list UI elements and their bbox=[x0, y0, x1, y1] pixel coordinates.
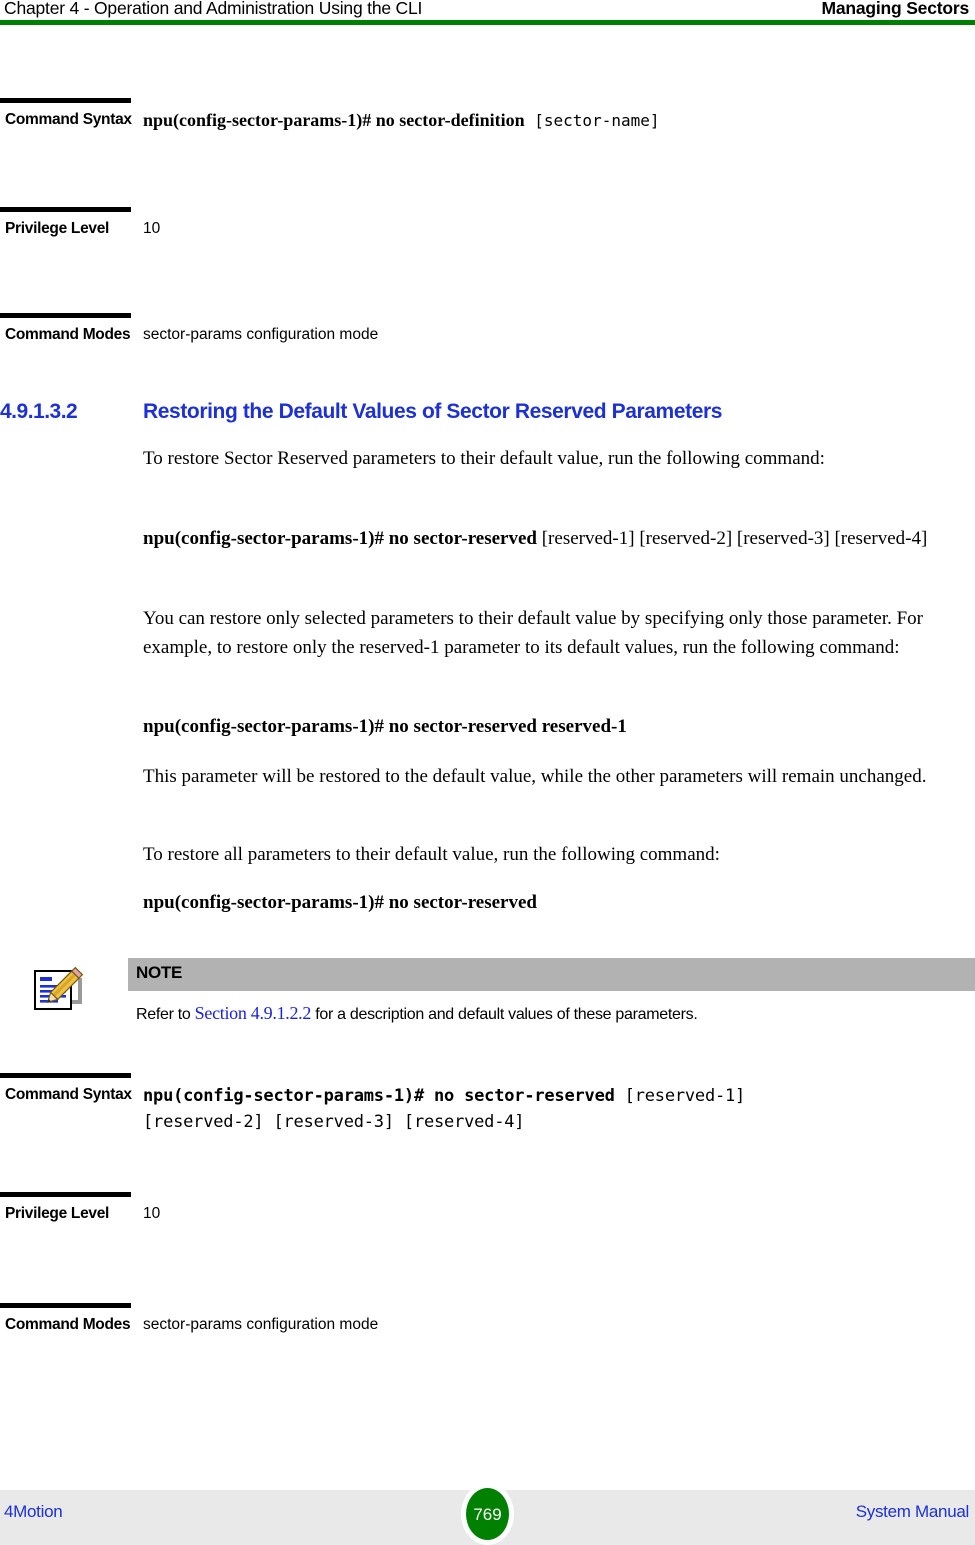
page-number: 769 bbox=[473, 1505, 502, 1524]
row-top-rule bbox=[0, 98, 131, 103]
note-text-before: Refer to bbox=[136, 1006, 195, 1023]
page-running-header: Chapter 4 - Operation and Administration… bbox=[0, 0, 975, 25]
inline-command-3: npu(config-sector-params-1)# no sector-r… bbox=[143, 892, 537, 913]
command-argument-text: [sector-name] bbox=[534, 111, 660, 130]
privilege-level-value-2: 10 bbox=[143, 1205, 161, 1222]
privilege-level-label-2: Privilege Level bbox=[5, 1205, 110, 1222]
command-syntax-value-2: npu(config-sector-params-1)# no sector-r… bbox=[143, 1083, 963, 1135]
note-body-text: Refer to Section 4.9.1.2.2 for a descrip… bbox=[136, 1002, 966, 1026]
page-footer: 4Motion 769 System Manual bbox=[0, 1483, 975, 1545]
header-green-rule bbox=[0, 20, 975, 25]
page-number-badge: 769 bbox=[461, 1483, 514, 1545]
command-argument-line-2: [reserved-2] [reserved-3] [reserved-4] bbox=[143, 1112, 525, 1132]
command-syntax-value-1: npu(config-sector-params-1)# no sector-d… bbox=[143, 108, 963, 133]
note-section-crossref-link[interactable]: Section 4.9.1.2.2 bbox=[195, 1003, 312, 1023]
section-heading: 4.9.1.3.2 Restoring the Default Values o… bbox=[0, 400, 975, 430]
note-title: NOTE bbox=[136, 963, 183, 982]
inline-command-1-args: [reserved-1] [reserved-2] [reserved-3] [… bbox=[536, 528, 928, 549]
paragraph-restored-note: This parameter will be restored to the d… bbox=[143, 766, 927, 787]
command-argument-line-1: [reserved-1] bbox=[614, 1086, 746, 1106]
section-title: Restoring the Default Values of Sector R… bbox=[143, 400, 723, 423]
header-section-title: Managing Sectors bbox=[821, 0, 969, 18]
command-modes-value-2: sector-params configuration mode bbox=[143, 1316, 379, 1333]
command-modes-value-1: sector-params configuration mode bbox=[143, 326, 379, 343]
command-syntax-label-2: Command Syntax bbox=[5, 1086, 132, 1103]
footer-manual-name[interactable]: System Manual bbox=[856, 1502, 970, 1522]
privilege-level-label-1: Privilege Level bbox=[5, 220, 110, 237]
command-text: npu(config-sector-params-1)# no sector-r… bbox=[143, 1086, 615, 1106]
inline-command-1-bold: npu(config-sector-params-1)# no sector-r… bbox=[143, 528, 537, 549]
note-header-bar: NOTE bbox=[128, 958, 975, 991]
paragraph-intro: To restore Sector Reserved parameters to… bbox=[143, 448, 825, 469]
inline-command-1: npu(config-sector-params-1)# no sector-r… bbox=[143, 524, 963, 553]
paragraph-restore-all: To restore all parameters to their defau… bbox=[143, 844, 720, 865]
command-modes-label-1: Command Modes bbox=[5, 326, 131, 343]
note-pencil-icon bbox=[30, 964, 86, 1020]
command-argument bbox=[525, 111, 535, 130]
row-top-rule bbox=[0, 1303, 131, 1308]
footer-product-name[interactable]: 4Motion bbox=[4, 1502, 63, 1522]
command-text: npu(config-sector-params-1)# no sector-d… bbox=[143, 110, 525, 130]
row-top-rule bbox=[0, 207, 131, 212]
row-top-rule bbox=[0, 1073, 131, 1078]
section-number: 4.9.1.3.2 bbox=[0, 400, 78, 423]
command-modes-label-2: Command Modes bbox=[5, 1316, 131, 1333]
note-text-after: for a description and default values of … bbox=[311, 1006, 698, 1023]
row-top-rule bbox=[0, 313, 131, 318]
paragraph-selected-params: You can restore only selected parameters… bbox=[143, 608, 923, 658]
command-syntax-label-1: Command Syntax bbox=[5, 111, 132, 128]
inline-command-2: npu(config-sector-params-1)# no sector-r… bbox=[143, 716, 627, 737]
privilege-level-value-1: 10 bbox=[143, 220, 161, 237]
row-top-rule bbox=[0, 1192, 131, 1197]
header-chapter-title: Chapter 4 - Operation and Administration… bbox=[4, 0, 423, 18]
